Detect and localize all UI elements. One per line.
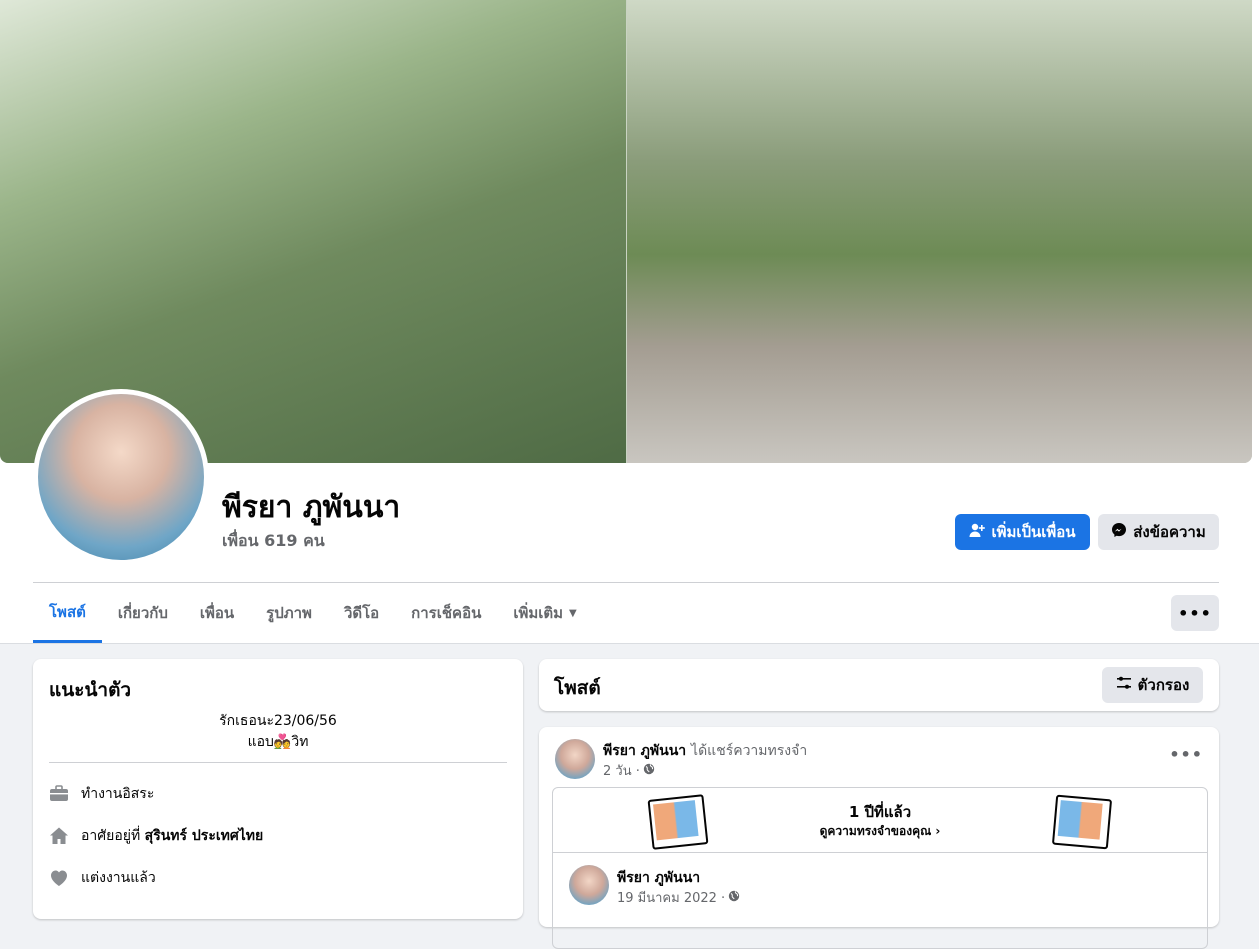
- messenger-icon: [1111, 522, 1127, 542]
- add-friend-label: เพิ่มเป็นเพื่อน: [991, 523, 1076, 541]
- memory-illustration-right: [1051, 794, 1113, 850]
- post-options-button[interactable]: •••: [1169, 745, 1203, 764]
- post-card: พีรยา ภูพันนา ได้แชร์ความทรงจำ 2 วัน · •…: [539, 727, 1219, 949]
- original-post-meta: 19 มีนาคม 2022 ·: [617, 887, 740, 908]
- info-work: ทำงานอิสระ: [49, 783, 154, 805]
- heart-icon: [49, 868, 69, 888]
- profile-picture[interactable]: [38, 394, 204, 560]
- post-author-name[interactable]: พีรยา ภูพันนา: [603, 743, 686, 759]
- post-author-avatar[interactable]: [555, 739, 595, 779]
- relationship-text: แต่งงานแล้ว: [81, 870, 156, 886]
- cover-photo[interactable]: [0, 0, 1252, 463]
- original-post-time[interactable]: 19 มีนาคม 2022 ·: [617, 887, 725, 908]
- add-friend-button[interactable]: เพิ่มเป็นเพื่อน: [955, 514, 1090, 550]
- globe-icon: [643, 763, 655, 779]
- tab-photos[interactable]: รูปภาพ: [250, 583, 328, 643]
- original-post-author[interactable]: พีรยา ภูพันนา: [617, 867, 700, 889]
- lives-prefix: อาศัยอยู่ที่: [81, 828, 145, 844]
- post-meta: 2 วัน ·: [603, 760, 655, 781]
- profile-header: พีรยา ภูพันนา เพื่อน 619 คน เพิ่มเป็นเพื…: [0, 0, 1259, 644]
- chevron-right-icon: ›: [935, 824, 941, 838]
- post-action-text: ได้แชร์ความทรงจำ: [691, 743, 808, 759]
- tab-videos[interactable]: วิดีโอ: [328, 583, 395, 643]
- filter-button[interactable]: ตัวกรอง: [1102, 667, 1203, 703]
- bio-line: รักเธอนะ23/06/56: [219, 713, 337, 729]
- post-author-line: พีรยา ภูพันนา ได้แชร์ความทรงจำ: [603, 740, 807, 762]
- bio-line: แอบ💑วิท: [247, 734, 309, 750]
- intro-title: แนะนำตัว: [49, 679, 132, 701]
- intro-card: แนะนำตัว รักเธอนะ23/06/56 แอบ💑วิท ทำงานอ…: [33, 659, 523, 919]
- filter-icon: [1116, 675, 1132, 695]
- ellipsis-icon: •••: [1169, 745, 1203, 764]
- info-relationship: แต่งงานแล้ว: [49, 867, 156, 889]
- add-friend-icon: [969, 522, 986, 542]
- tab-more[interactable]: เพิ่มเติม ▼: [497, 583, 592, 643]
- work-text: ทำงานอิสระ: [81, 786, 155, 802]
- post-time[interactable]: 2 วัน ·: [603, 760, 640, 781]
- more-options-button[interactable]: •••: [1171, 595, 1219, 631]
- tab-friends[interactable]: เพื่อน: [184, 583, 250, 643]
- original-post-avatar[interactable]: [569, 865, 609, 905]
- filter-label: ตัวกรอง: [1137, 676, 1190, 694]
- posts-title: โพสต์: [554, 677, 601, 699]
- profile-tabs: โพสต์ เกี่ยวกับ เพื่อน รูปภาพ วิดีโอ การ…: [33, 583, 593, 643]
- profile-name: พีรยา ภูพันนา: [222, 490, 401, 525]
- caret-down-icon: ▼: [569, 607, 577, 619]
- tab-about[interactable]: เกี่ยวกับ: [102, 583, 184, 643]
- lives-text: อาศัยอยู่ที่ สุรินทร์ ประเทศไทย: [81, 825, 263, 847]
- posts-header-card: โพสต์ ตัวกรอง: [539, 659, 1219, 711]
- ellipsis-icon: •••: [1178, 603, 1212, 623]
- message-button[interactable]: ส่งข้อความ: [1098, 514, 1219, 550]
- memory-subtitle-text: ดูความทรงจำของคุณ: [819, 824, 932, 838]
- home-icon: [49, 826, 69, 846]
- lives-place[interactable]: สุรินทร์ ประเทศไทย: [145, 828, 264, 844]
- intro-divider: [49, 762, 507, 763]
- briefcase-icon: [49, 784, 69, 804]
- globe-icon: [728, 890, 740, 906]
- info-lives: อาศัยอยู่ที่ สุรินทร์ ประเทศไทย: [49, 825, 263, 847]
- tab-checkins[interactable]: การเช็คอิน: [395, 583, 497, 643]
- memory-card[interactable]: 1 ปีที่แล้ว ดูความทรงจำของคุณ › พีรยา ภู…: [552, 787, 1208, 949]
- memory-banner: 1 ปีที่แล้ว ดูความทรงจำของคุณ ›: [553, 788, 1207, 853]
- bio: รักเธอนะ23/06/56 แอบ💑วิท: [49, 711, 507, 753]
- tab-more-label: เพิ่มเติม: [513, 604, 564, 622]
- message-label: ส่งข้อความ: [1133, 523, 1206, 541]
- cover-photo-right: [627, 0, 1252, 463]
- tab-posts[interactable]: โพสต์: [33, 583, 102, 643]
- friends-count[interactable]: เพื่อน 619 คน: [222, 529, 325, 554]
